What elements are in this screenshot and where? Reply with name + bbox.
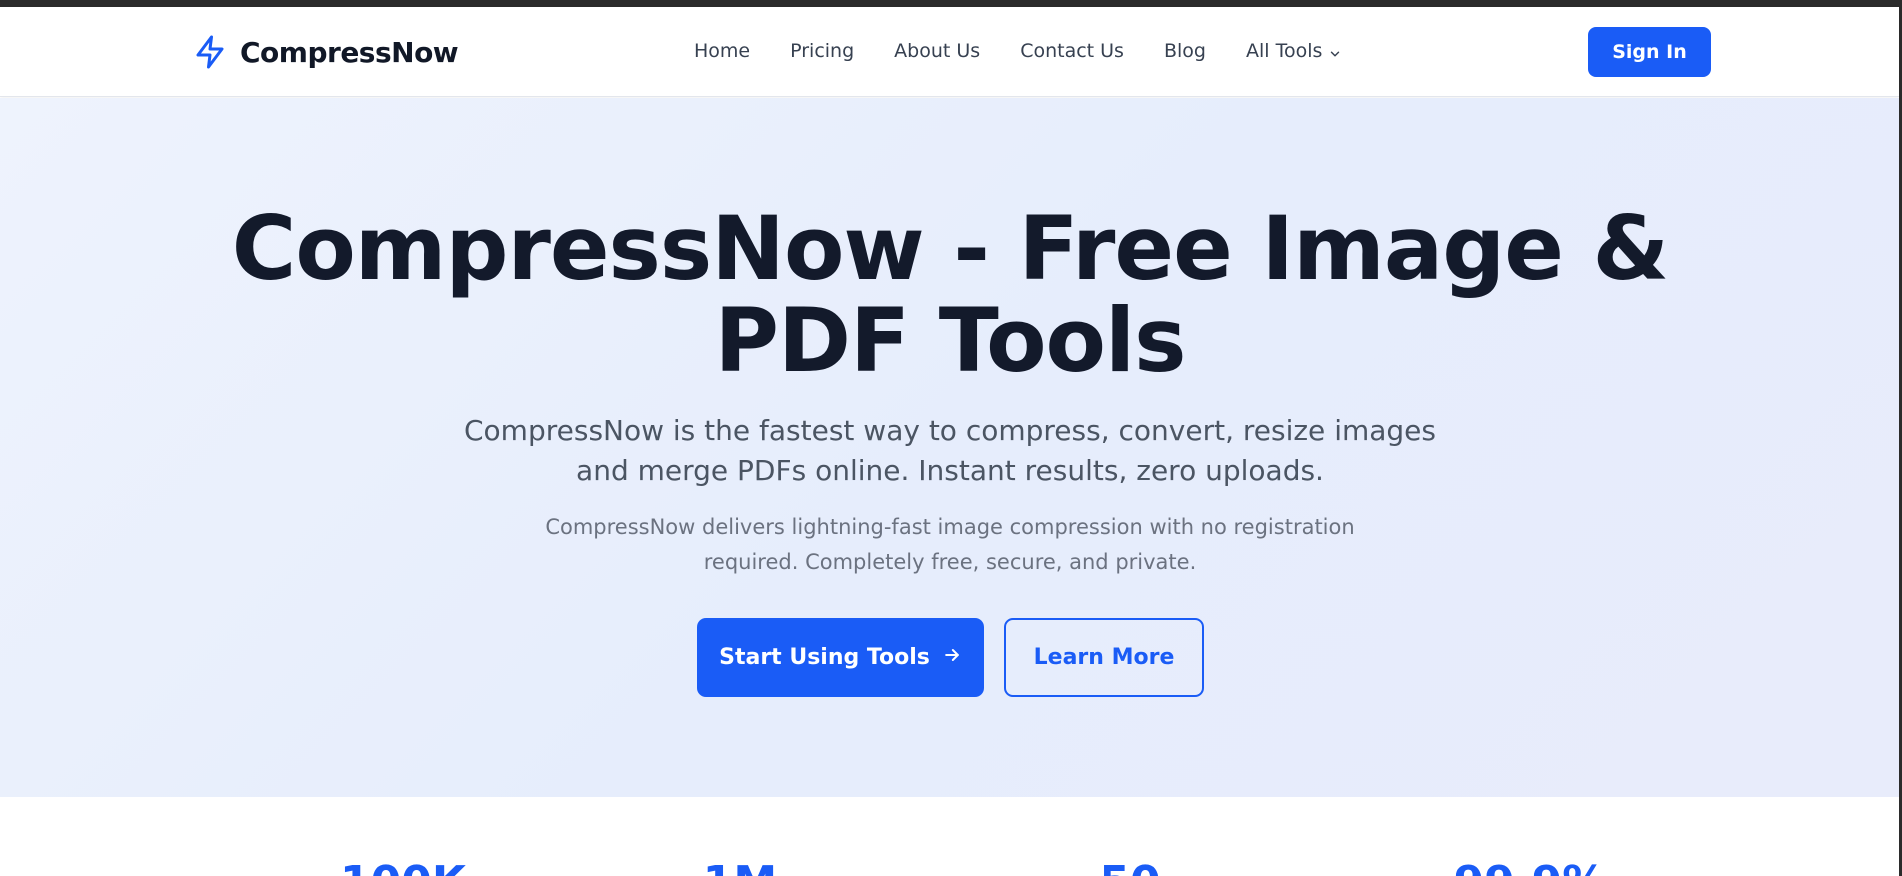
nav-blog[interactable]: Blog [1164,40,1206,62]
nav-all-tools-label: All Tools [1245,40,1323,62]
site-header: CompressNow Home Pricing About Us Contac… [0,7,1899,97]
nav-all-tools-dropdown[interactable]: All Tools [1246,40,1342,62]
brand-name: CompressNow [240,35,459,69]
brand-logo[interactable]: CompressNow [192,32,459,72]
nav-contact-us[interactable]: Contact Us [1020,40,1124,62]
lightning-bolt-icon [192,32,230,72]
learn-more-button[interactable]: Learn More [1004,618,1204,697]
stats-section: 100K 1M 50 99.9% [0,797,1899,876]
sign-in-button[interactable]: Sign In [1588,27,1711,77]
main-nav: Home Pricing About Us Contact Us Blog Al… [694,40,1342,62]
hero-title: CompressNow - Free Image & PDF Tools [231,197,1670,392]
chevron-down-icon [1328,44,1342,58]
stat-value: 50 [1020,857,1240,876]
nav-home[interactable]: Home [694,40,750,62]
nav-pricing[interactable]: Pricing [790,40,854,62]
nav-about-us[interactable]: About Us [894,40,980,62]
stat-value: 1M [630,857,850,876]
hero-sub-text: CompressNow delivers lightning-fast imag… [545,515,1355,574]
start-using-tools-button[interactable]: Start Using Tools [697,618,984,697]
start-using-tools-label: Start Using Tools [719,645,930,670]
arrow-right-icon [942,645,962,671]
hero-lead-text: CompressNow is the fastest way to compre… [464,414,1436,487]
window-top-strip [0,0,1902,7]
stat-value: 99.9% [1420,857,1640,876]
hero-section: CompressNow - Free Image & PDF Tools Com… [0,98,1899,797]
stat-value: 100K [293,857,513,876]
